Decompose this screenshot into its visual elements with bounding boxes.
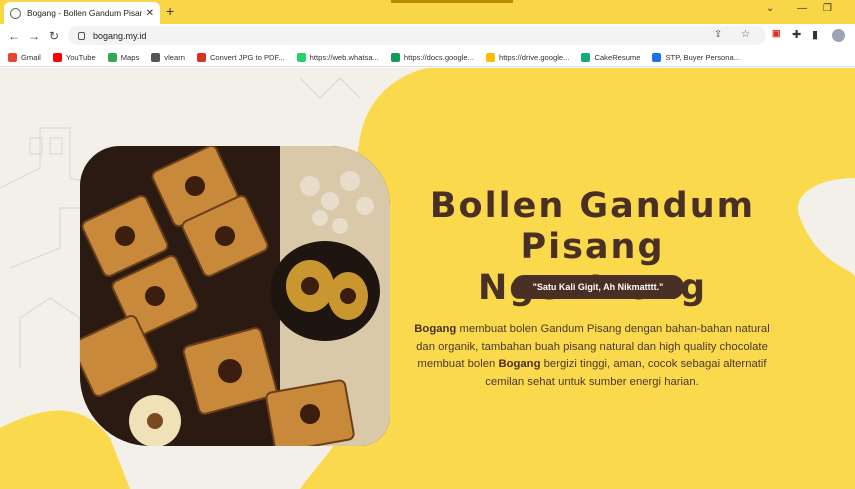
bookmark-favicon-icon (151, 52, 161, 62)
url-text[interactable]: bogang.my.id (93, 31, 146, 41)
chevron-down-icon[interactable]: ⌄ (766, 3, 774, 14)
bookmarks-bar: Gmail YouTube Maps vlearn Convert JPG to PDF… (0, 48, 855, 67)
bookmark-label: Maps (120, 52, 140, 62)
globe-icon (10, 7, 21, 19)
bookmark-item[interactable]: https://drive.google... (485, 52, 570, 62)
bookmark-item[interactable]: vlearn (151, 52, 185, 62)
tab-title: Bogang - Bollen Gandum Pisang (27, 8, 142, 18)
bookmark-label: Gmail (21, 52, 41, 62)
minimize-button[interactable]: — (797, 3, 807, 14)
share-icon[interactable]: ⇪ ☆ (714, 29, 758, 40)
address-bar[interactable]: bogang.my.id ⇪ ☆ (68, 26, 766, 45)
new-tab-button[interactable]: + (166, 3, 174, 19)
bolen-pastry-illustration (80, 146, 390, 446)
extension-icon[interactable]: ▣ (772, 28, 781, 39)
browser-tab[interactable]: Bogang - Bollen Gandum Pisang ✕ (4, 2, 160, 24)
reload-button[interactable]: ↻ (44, 29, 64, 43)
bookmark-favicon-icon (652, 52, 662, 62)
bookmark-item[interactable]: Gmail (8, 52, 41, 62)
brand-name: Bogang (414, 323, 457, 335)
bookmark-label: Convert JPG to PDF... (209, 52, 285, 62)
maximize-button[interactable]: ❐ (823, 3, 832, 14)
bookmark-favicon-icon (390, 52, 400, 62)
bookmark-label: STP, Buyer Persona... (665, 52, 741, 62)
headline-line-1: Bollen Gandum (429, 186, 756, 226)
browser-toolbar: ← → ↻ bogang.my.id ⇪ ☆ ▣ ✚ ▮ (0, 24, 855, 48)
bookmark-label: https://drive.google... (498, 52, 570, 62)
bookmark-label: vlearn (164, 52, 185, 62)
lock-icon[interactable] (78, 31, 85, 40)
bookmark-item[interactable]: CakeResume (581, 52, 641, 62)
page-content: Bollen Gandum Pisang Ngentrong "Satu Kal… (0, 68, 855, 489)
bookmark-label: https://docs.google... (403, 52, 474, 62)
bookmark-item[interactable]: https://docs.google... (390, 52, 474, 62)
bookmark-label: CakeResume (594, 52, 641, 62)
bookmark-favicon-icon (196, 52, 206, 62)
hero-product-photo (80, 146, 390, 446)
puzzle-icon[interactable]: ✚ (792, 28, 801, 41)
forward-button[interactable]: → (24, 29, 44, 43)
sidepanel-icon[interactable]: ▮ (812, 28, 818, 41)
bookmark-favicon-icon (52, 52, 62, 62)
bookmark-item[interactable]: https://web.whatsa... (296, 52, 379, 62)
hero-description: Bogang membuat bolen Gandum Pisang denga… (404, 321, 780, 391)
brand-name-2: Bogang (498, 358, 541, 371)
bookmark-item[interactable]: STP, Buyer Persona... (652, 52, 741, 62)
bookmark-item[interactable]: Maps (107, 52, 140, 62)
tab-strip: Bogang - Bollen Gandum Pisang ✕ + ⌄ — ❐ (0, 0, 855, 24)
tab-strip-accent (391, 0, 513, 3)
bookmark-favicon-icon (8, 52, 17, 62)
bookmark-favicon-icon (485, 52, 495, 62)
bookmark-item[interactable]: Convert JPG to PDF... (196, 52, 285, 62)
bookmark-favicon-icon (581, 52, 591, 62)
back-button[interactable]: ← (4, 29, 24, 43)
tagline-button[interactable]: "Satu Kali Gigit, Ah Nikmatttt." (512, 275, 684, 299)
bookmark-favicon-icon (296, 52, 306, 62)
close-tab-icon[interactable]: ✕ (146, 8, 154, 19)
avatar[interactable] (832, 29, 845, 42)
bookmark-favicon-icon (107, 52, 117, 62)
bookmark-item[interactable]: YouTube (52, 52, 96, 62)
bookmark-label: https://web.whatsa... (309, 52, 379, 62)
bookmark-label: YouTube (65, 52, 96, 62)
